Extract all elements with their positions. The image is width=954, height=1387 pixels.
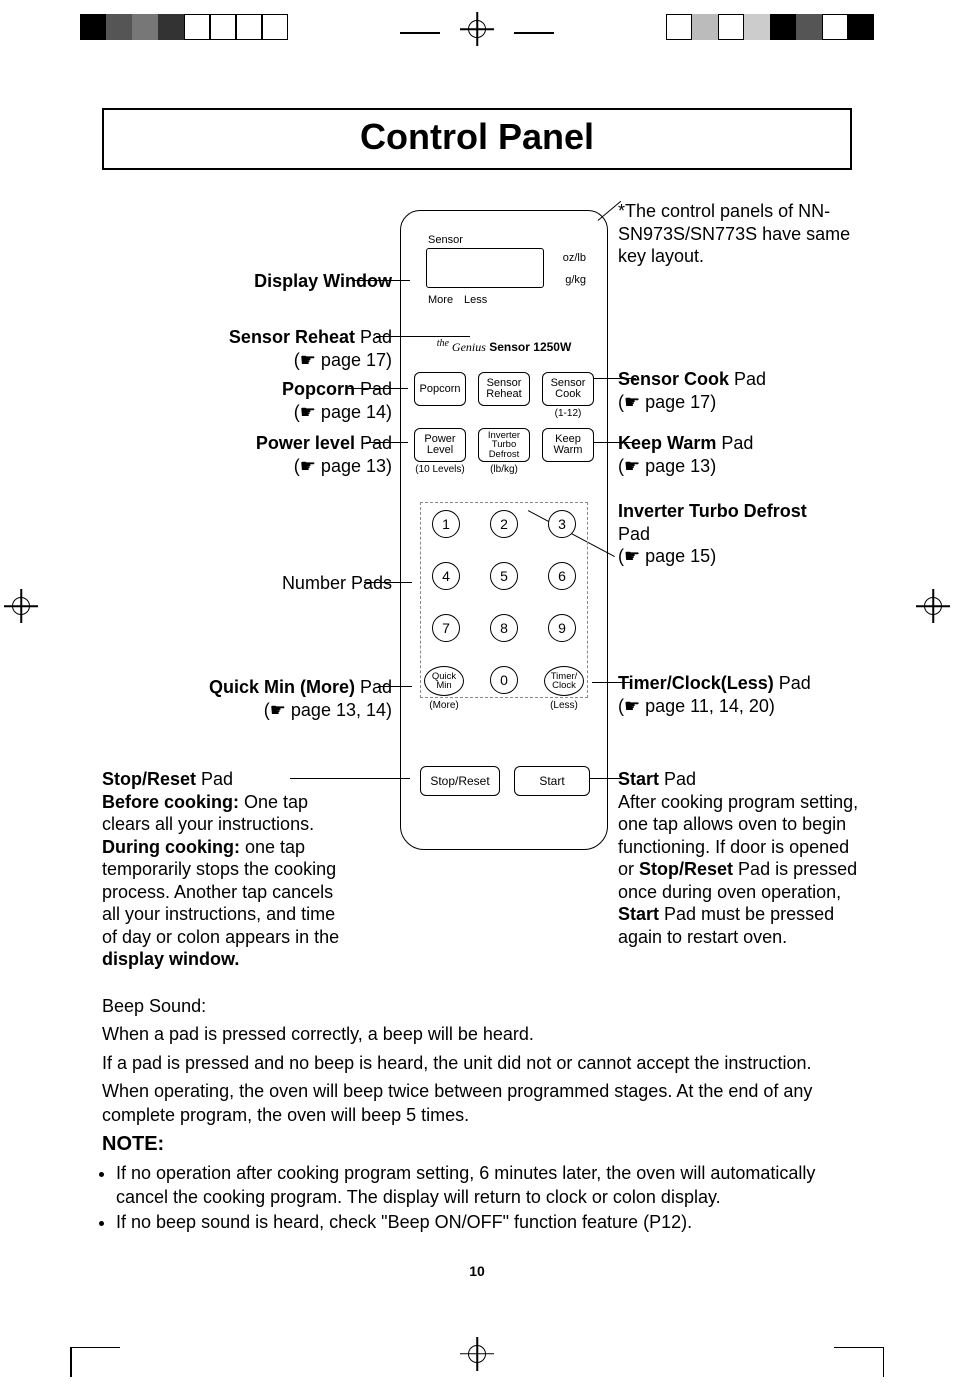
display-more-label: More [428, 294, 453, 306]
note-bullet-2: If no beep sound is heard, check "Beep O… [116, 1211, 852, 1234]
page-title: Control Panel [104, 116, 850, 158]
label-quick-min: Quick Min (More) Pad (☛ page 13, 14) [209, 676, 392, 721]
label-timer-clock: Timer/Clock(Less) Pad (☛ page 11, 14, 20… [618, 672, 811, 717]
display-less-label: Less [464, 294, 487, 306]
beep-heading: Beep Sound: [102, 994, 852, 1018]
num-0[interactable]: 0 [490, 666, 518, 694]
label-sensor-cook: Sensor Cook Pad (☛ page 17) [618, 368, 766, 413]
page-number: 10 [50, 1263, 904, 1279]
inverter-sublabel: (lb/kg) [476, 464, 532, 475]
power-level-pad[interactable]: PowerLevel [414, 428, 466, 462]
label-sensor-reheat: Sensor Reheat Pad (☛ page 17) [229, 326, 392, 371]
control-panel-diagram: Display Window Sensor Reheat Pad (☛ page… [50, 200, 904, 980]
cross-mark-icon [460, 12, 494, 46]
control-panel-graphic: Sensor oz/lb g/kg More Less the Genius S… [400, 210, 608, 850]
label-power-level: Power level Pad (☛ page 13) [256, 432, 392, 477]
display-sensor-label: Sensor [428, 234, 463, 246]
inverter-defrost-pad[interactable]: InverterTurboDefrost [478, 428, 530, 462]
label-keep-warm: Keep Warm Pad (☛ page 13) [618, 432, 753, 477]
popcorn-pad[interactable]: Popcorn [414, 372, 466, 406]
note-bullets: If no operation after cooking program se… [102, 1162, 852, 1234]
start-pad[interactable]: Start [514, 766, 590, 796]
quick-min-pad[interactable]: QuickMin [424, 666, 464, 696]
cross-mark-icon [460, 1337, 494, 1371]
label-popcorn: Popcorn Pad (☛ page 14) [282, 378, 392, 423]
label-start: Start Pad After cooking program setting,… [618, 768, 868, 948]
display-unit-gkg: g/kg [565, 274, 586, 286]
sensor-cook-sublabel: (1-12) [540, 408, 596, 419]
display-screen [426, 248, 544, 288]
display-window: Sensor oz/lb g/kg More Less [422, 234, 586, 312]
num-4[interactable]: 4 [432, 562, 460, 590]
label-inverter-defrost: Inverter Turbo DefrostPad (☛ page 15) [618, 500, 878, 568]
beep-sound-section: Beep Sound: When a pad is pressed correc… [102, 994, 852, 1235]
num-9[interactable]: 9 [548, 614, 576, 642]
display-unit-ozlb: oz/lb [563, 252, 586, 264]
num-7[interactable]: 7 [432, 614, 460, 642]
num-2[interactable]: 2 [490, 510, 518, 538]
note-heading: NOTE: [102, 1131, 852, 1158]
num-3[interactable]: 3 [548, 510, 576, 538]
registration-bar-bottom [0, 1337, 954, 1387]
sensor-reheat-pad[interactable]: SensorReheat [478, 372, 530, 406]
timer-clock-sublabel: (Less) [536, 700, 592, 711]
brand-line: the Genius Sensor 1250W [400, 338, 608, 355]
note-bullet-1: If no operation after cooking program se… [116, 1162, 852, 1209]
stop-reset-pad[interactable]: Stop/Reset [420, 766, 500, 796]
registration-bar-top [0, 6, 954, 48]
quick-min-sublabel: (More) [416, 700, 472, 711]
label-stop-reset: Stop/Reset Pad Before cooking: One tap c… [102, 768, 350, 971]
num-5[interactable]: 5 [490, 562, 518, 590]
power-level-sublabel: (10 Levels) [412, 464, 468, 475]
num-6[interactable]: 6 [548, 562, 576, 590]
keep-warm-pad[interactable]: KeepWarm [542, 428, 594, 462]
num-8[interactable]: 8 [490, 614, 518, 642]
timer-clock-pad[interactable]: Timer/Clock [544, 666, 584, 696]
beep-p1: When a pad is pressed correctly, a beep … [102, 1022, 852, 1046]
page-title-box: Control Panel [102, 108, 852, 170]
sensor-cook-pad[interactable]: SensorCook [542, 372, 594, 406]
beep-p3: When operating, the oven will beep twice… [102, 1079, 852, 1128]
beep-p2: If a pad is pressed and no beep is heard… [102, 1051, 852, 1075]
label-top-note: *The control panels of NN-SN973S/SN773S … [618, 200, 878, 268]
num-1[interactable]: 1 [432, 510, 460, 538]
